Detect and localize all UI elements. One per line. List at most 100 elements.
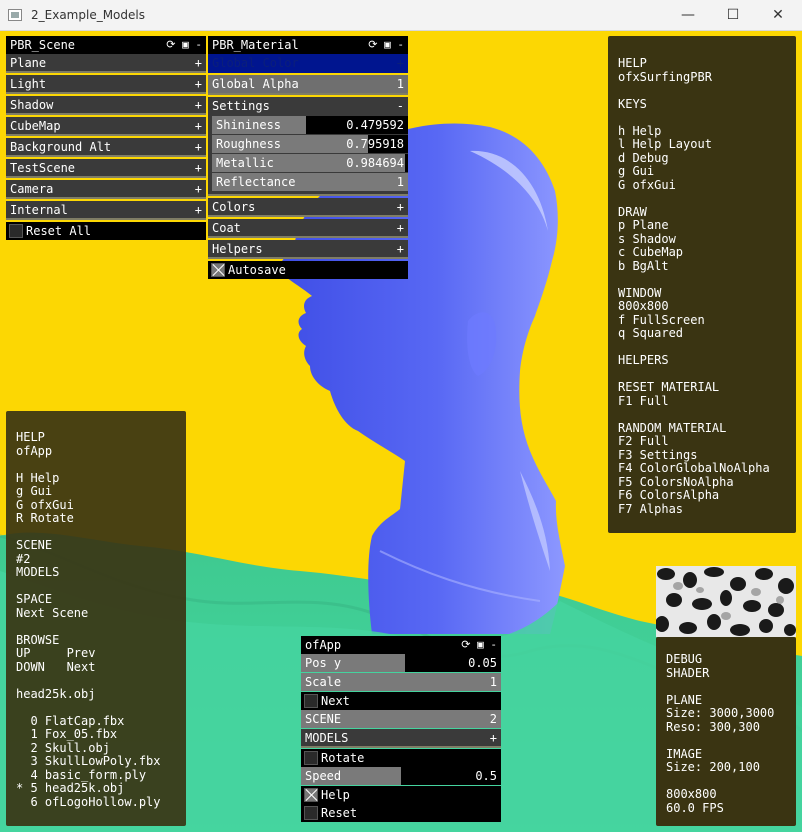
maximize-button[interactable]: ☐	[710, 0, 756, 31]
group-testscene[interactable]: TestScene +	[6, 159, 206, 178]
checkbox[interactable]	[304, 751, 318, 765]
help-surfing-pbr-box: HELP ofxSurfingPBR KEYS h Help l Help La…	[608, 36, 796, 533]
expand-icon: +	[194, 203, 202, 217]
expand-icon: +	[396, 242, 404, 256]
pbr-scene-title: PBR_Scene	[10, 38, 76, 52]
toggle-label: Next	[321, 694, 350, 708]
checkbox-checked[interactable]	[211, 263, 225, 277]
group-settings[interactable]: Settings -	[208, 97, 408, 116]
checkbox[interactable]	[304, 806, 318, 820]
reset-all-toggle[interactable]: Reset All	[6, 222, 206, 240]
noise-texture-preview	[656, 566, 796, 637]
pbr-material-header[interactable]: PBR_Material ⟳ ▣ -	[208, 36, 408, 54]
group-label: Helpers	[212, 242, 263, 256]
debug-info-box: DEBUG SHADER PLANE Size: 3000,3000 Reso:…	[656, 637, 796, 826]
slider-value: 1	[396, 77, 404, 91]
group-background-alt[interactable]: Background Alt +	[6, 138, 206, 157]
slider-value: 0.05	[468, 656, 497, 670]
expand-icon: +	[194, 182, 202, 196]
group-label: Internal	[10, 203, 68, 217]
reflectance-slider[interactable]: Reflectance 1	[212, 173, 408, 191]
group-colors[interactable]: Colors +	[208, 198, 408, 217]
ofapp-title: ofApp	[305, 638, 342, 652]
panel-header-icons[interactable]: ⟳ ▣ -	[461, 636, 497, 654]
slider-label: Metallic	[216, 156, 274, 170]
slider-label: Pos y	[305, 656, 342, 670]
shininess-slider[interactable]: Shininess 0.479592	[212, 116, 408, 134]
window-title: 2_Example_Models	[31, 8, 145, 22]
group-coat[interactable]: Coat +	[208, 219, 408, 238]
group-label: Background Alt	[10, 140, 112, 154]
group-label: Camera	[10, 182, 54, 196]
rotate-toggle[interactable]: Rotate	[301, 749, 501, 767]
next-toggle[interactable]: Next	[301, 692, 501, 710]
help-toggle[interactable]: Help	[301, 786, 501, 804]
roughness-slider[interactable]: Roughness 0.795918	[212, 135, 408, 153]
expand-icon: +	[194, 119, 202, 133]
slider-value: 0.479592	[346, 118, 404, 132]
reset-toggle[interactable]: Reset	[301, 804, 501, 822]
checkbox[interactable]	[304, 694, 318, 708]
autosave-toggle[interactable]: Autosave	[208, 261, 408, 279]
window-titlebar: 2_Example_Models — ☐ ✕	[0, 0, 802, 31]
group-label: Colors	[212, 200, 256, 214]
pbr-scene-header[interactable]: PBR_Scene ⟳ ▣ -	[6, 36, 206, 54]
group-light[interactable]: Light +	[6, 75, 206, 94]
group-label: Light	[10, 77, 47, 91]
scene-slider[interactable]: SCENE 2	[301, 710, 501, 728]
settings-sliders: Shininess 0.479592 Roughness 0.795918 Me…	[208, 116, 408, 194]
group-models[interactable]: MODELS +	[301, 729, 501, 748]
toggle-label: Autosave	[228, 263, 286, 277]
expand-icon: +	[489, 731, 497, 745]
scale-slider[interactable]: Scale 1	[301, 673, 501, 691]
slider-value: 2	[489, 712, 497, 726]
panel-header-icons[interactable]: ⟳ ▣ -	[166, 36, 202, 54]
slider-label: Reflectance	[216, 175, 296, 189]
help-ofapp-box: HELP ofApp H Help g Gui G ofxGui R Rotat…	[6, 411, 186, 826]
metallic-slider[interactable]: Metallic 0.984694	[212, 154, 408, 172]
expand-icon: +	[194, 56, 202, 70]
pbr-material-panel: PBR_Material ⟳ ▣ - Global Color + Global …	[208, 36, 408, 279]
close-button[interactable]: ✕	[755, 0, 801, 31]
slider-value: 1	[396, 175, 404, 189]
toggle-label: Rotate	[321, 751, 365, 765]
global-color-label: Global Color	[212, 56, 299, 70]
ofapp-panel: ofApp ⟳ ▣ - Pos y 0.05 Scale 1 Next SCEN…	[301, 636, 501, 822]
group-label: TestScene	[10, 161, 76, 175]
global-color-swatch[interactable]: Global Color +	[208, 54, 408, 73]
slider-value: 0.795918	[346, 137, 404, 151]
group-label: Settings	[212, 99, 270, 113]
expand-icon: +	[194, 161, 202, 175]
app-icon	[8, 9, 22, 21]
panel-header-icons[interactable]: ⟳ ▣ -	[368, 36, 404, 54]
slider-label: SCENE	[305, 712, 342, 726]
pos-y-slider[interactable]: Pos y 0.05	[301, 654, 501, 672]
group-camera[interactable]: Camera +	[6, 180, 206, 199]
divider	[208, 194, 408, 196]
slider-label: Roughness	[216, 137, 282, 151]
expand-icon: +	[396, 200, 404, 214]
slider-label: Scale	[305, 675, 342, 689]
toggle-label: Help	[321, 788, 350, 802]
expand-icon: +	[194, 77, 202, 91]
group-cubemap[interactable]: CubeMap +	[6, 117, 206, 136]
minimize-button[interactable]: —	[665, 0, 711, 31]
slider-value: 0.984694	[346, 156, 404, 170]
speed-slider[interactable]: Speed 0.5	[301, 767, 501, 785]
expand-icon: +	[396, 56, 404, 70]
group-label: Shadow	[10, 98, 54, 112]
pbr-scene-panel: PBR_Scene ⟳ ▣ - Plane + Light + Shadow + Cu…	[6, 36, 206, 240]
group-helpers[interactable]: Helpers +	[208, 240, 408, 259]
slider-label: Speed	[305, 769, 342, 783]
ofapp-header[interactable]: ofApp ⟳ ▣ -	[301, 636, 501, 654]
slider-value: 0.5	[475, 769, 497, 783]
group-internal[interactable]: Internal +	[6, 201, 206, 220]
group-plane[interactable]: Plane +	[6, 54, 206, 73]
render-viewport[interactable]: PBR_Scene ⟳ ▣ - Plane + Light + Shadow + Cu…	[0, 31, 802, 832]
checkbox-checked[interactable]	[304, 788, 318, 802]
group-label: Coat	[212, 221, 241, 235]
group-shadow[interactable]: Shadow +	[6, 96, 206, 115]
checkbox[interactable]	[9, 224, 23, 238]
global-alpha-slider[interactable]: Global Alpha 1	[208, 75, 408, 95]
group-label: Plane	[10, 56, 47, 70]
